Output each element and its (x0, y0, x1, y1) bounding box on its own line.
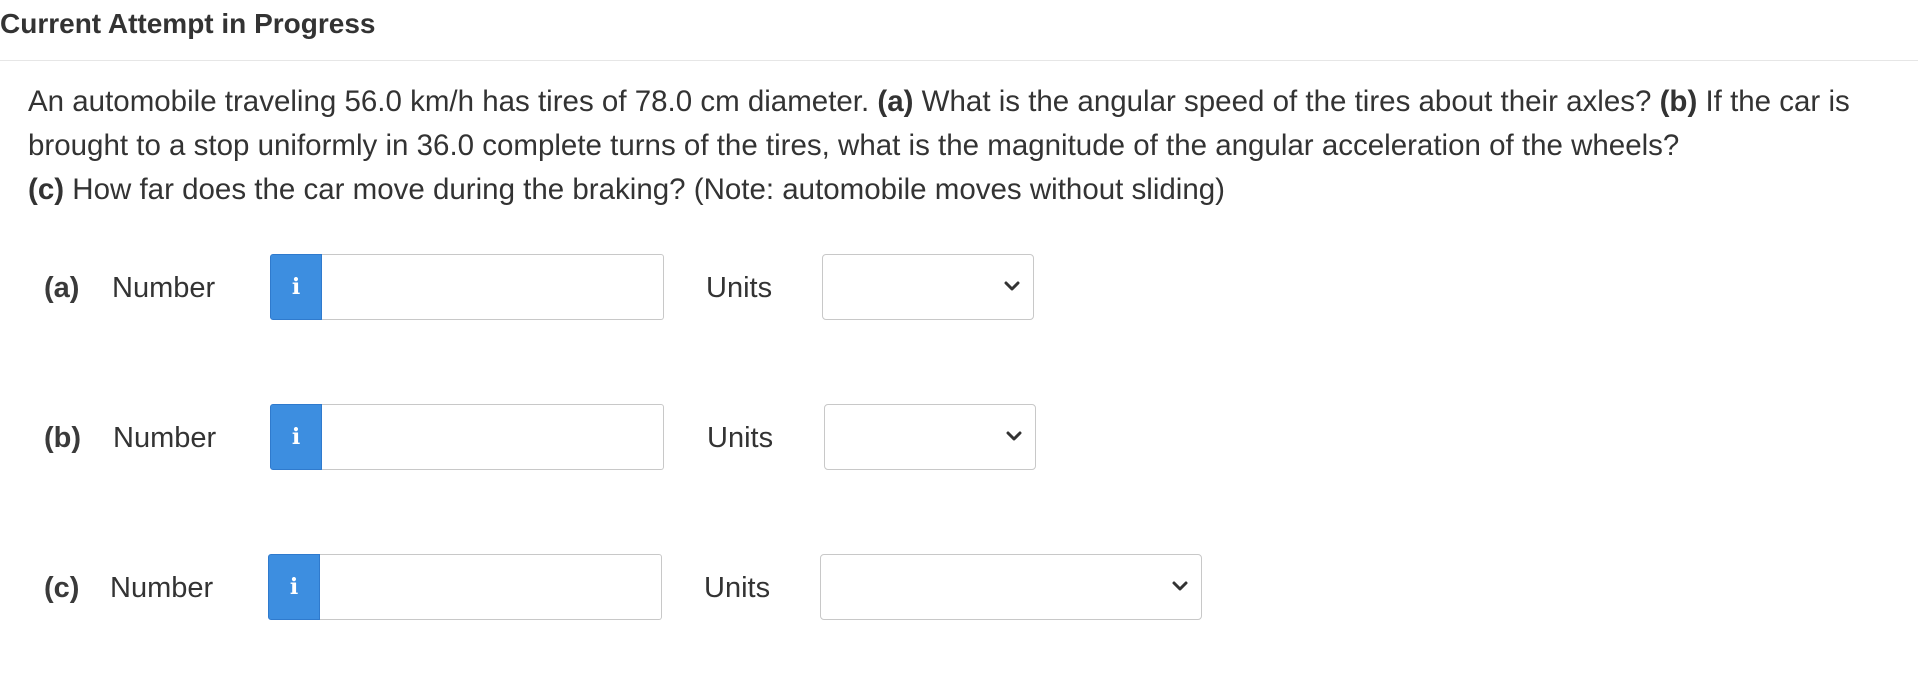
units-select-a[interactable] (822, 254, 1034, 320)
number-input-b[interactable] (322, 404, 664, 470)
number-label-a: Number (112, 272, 216, 304)
info-icon: i (289, 574, 299, 600)
chevron-down-icon (1006, 431, 1022, 441)
part-label-a: (a) (44, 272, 80, 304)
answer-row-a: (a) Number i Units (0, 254, 1100, 320)
units-label-b: Units (707, 422, 774, 454)
attempt-header: Current Attempt in Progress (0, 0, 1918, 61)
info-icon: i (291, 424, 301, 450)
info-button-c[interactable]: i (268, 554, 320, 620)
part-label-c: (c) (44, 572, 80, 604)
chevron-down-icon (1172, 581, 1188, 591)
units-label-a: Units (706, 272, 773, 304)
number-label-c: Number (110, 572, 214, 604)
number-label-b: Number (113, 422, 217, 454)
question-part-a-text: What is the angular speed of the tires a… (921, 85, 1652, 118)
answer-row-c: (c) Number i Units (0, 554, 1220, 620)
page-title: Current Attempt in Progress (0, 8, 376, 39)
number-input-a[interactable] (322, 254, 664, 320)
answer-row-b: (b) Number i Units (0, 404, 1100, 470)
question-intro: An automobile traveling 56.0 km/h has ti… (28, 85, 870, 118)
units-select-c[interactable] (820, 554, 1202, 620)
question-part-c-text: How far does the car move during the bra… (72, 173, 1225, 206)
question-part-b-label: (b) (1659, 85, 1698, 118)
chevron-down-icon (1004, 281, 1020, 291)
number-input-c[interactable] (320, 554, 662, 620)
units-label-c: Units (704, 572, 771, 604)
info-icon: i (291, 274, 301, 300)
part-label-b: (b) (44, 422, 82, 454)
units-select-b[interactable] (824, 404, 1036, 470)
question-text: An automobile traveling 56.0 km/h has ti… (28, 80, 1908, 212)
question-part-c-label: (c) (28, 173, 65, 206)
info-button-b[interactable]: i (270, 404, 322, 470)
info-button-a[interactable]: i (270, 254, 322, 320)
question-part-a-label: (a) (877, 85, 914, 118)
